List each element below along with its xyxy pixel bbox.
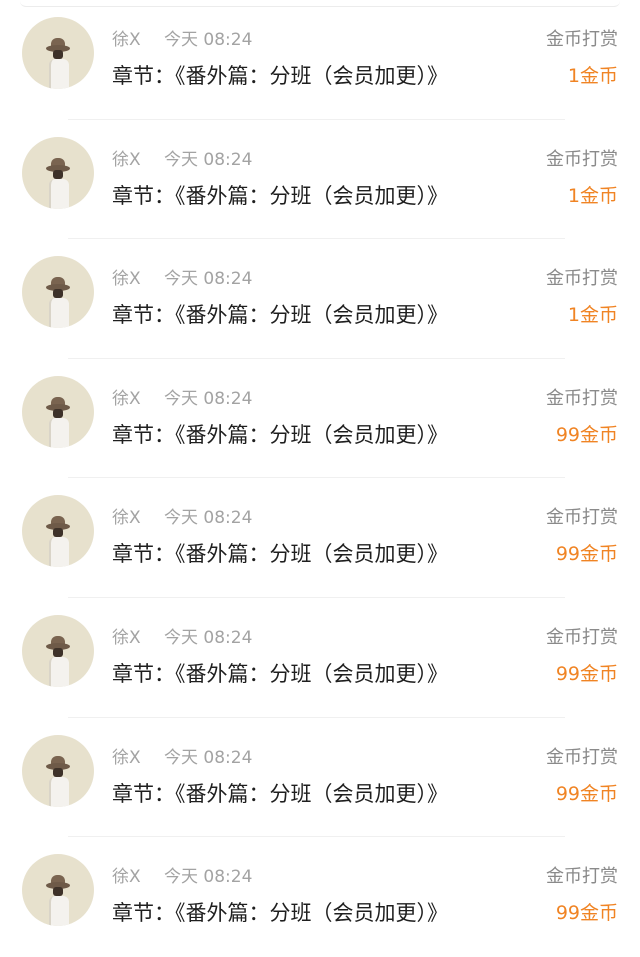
list-item[interactable]: 徐X 今天 08:24 金币打赏 章节：《番外篇：分班（会员加更）》 99金币	[0, 598, 640, 718]
reward-type: 金币打赏	[546, 29, 618, 50]
avatar[interactable]	[22, 375, 94, 448]
reward-amount: 99金币	[555, 423, 618, 446]
avatar-face-shape	[53, 528, 63, 538]
timestamp: 今天 08:24	[164, 388, 253, 409]
chapter-title: 章节：《番外篇：分班（会员加更）》	[112, 661, 448, 686]
user-name[interactable]: 徐X	[112, 503, 141, 528]
reward-amount: 1金币	[567, 184, 618, 207]
list-item[interactable]: 徐X 今天 08:24 金币打赏 章节：《番外篇：分班（会员加更）》 1金币	[0, 120, 640, 240]
avatar-face-shape	[53, 408, 63, 418]
reward-type: 金币打赏	[546, 387, 618, 409]
reward-amount: 99金币	[555, 543, 618, 566]
timestamp: 今天 08:24	[164, 149, 253, 170]
avatar-body-shape	[49, 417, 69, 448]
avatar-body-shape	[49, 59, 69, 89]
reward-type: 金币打赏	[546, 148, 618, 170]
user-name[interactable]: 徐X	[112, 623, 141, 648]
timestamp: 今天 08:24	[164, 30, 253, 50]
list-item[interactable]: 徐X 今天 08:24 金币打赏 章节：《番外篇：分班（会员加更）》 99金币	[0, 478, 640, 598]
avatar-body-shape	[49, 178, 69, 209]
user-name[interactable]: 徐X	[112, 743, 141, 768]
avatar[interactable]	[22, 256, 94, 329]
list-item[interactable]: 徐X 今天 08:24 金币打赏 章节：《番外篇：分班（会员加更）》 99金币	[0, 718, 640, 838]
avatar-face-shape	[53, 169, 63, 179]
avatar-face-shape	[53, 767, 63, 777]
timestamp: 今天 08:24	[164, 867, 253, 888]
avatar-body-shape	[49, 298, 69, 329]
timestamp: 今天 08:24	[164, 627, 253, 648]
user-name[interactable]: 徐X	[112, 862, 141, 887]
chapter-title: 章节：《番外篇：分班（会员加更）》	[112, 303, 448, 328]
timestamp: 今天 08:24	[164, 508, 253, 529]
avatar[interactable]	[22, 17, 94, 89]
avatar-face-shape	[53, 289, 63, 299]
reward-type: 金币打赏	[546, 507, 618, 529]
reward-amount: 99金币	[555, 782, 618, 805]
chapter-title: 章节：《番外篇：分班（会员加更）》	[112, 542, 448, 567]
avatar-body-shape	[49, 896, 69, 927]
user-name[interactable]: 徐X	[112, 384, 141, 409]
timestamp: 今天 08:24	[164, 269, 253, 290]
user-name[interactable]: 徐X	[112, 25, 141, 50]
avatar-face-shape	[53, 647, 63, 657]
avatar[interactable]	[22, 614, 94, 687]
reward-type: 金币打赏	[546, 746, 618, 768]
avatar-body-shape	[49, 656, 69, 687]
avatar[interactable]	[22, 734, 94, 807]
chapter-title: 章节：《番外篇：分班（会员加更）》	[112, 183, 448, 208]
list-item[interactable]: 徐X 今天 08:24 金币打赏 章节：《番外篇：分班（会员加更）》 99金币	[0, 359, 640, 479]
chapter-title: 章节：《番外篇：分班（会员加更）》	[112, 781, 448, 806]
user-name[interactable]: 徐X	[112, 145, 141, 170]
avatar-body-shape	[49, 776, 69, 807]
reward-type: 金币打赏	[546, 268, 618, 290]
reward-type: 金币打赏	[546, 866, 618, 888]
avatar-face-shape	[53, 50, 63, 59]
list-item[interactable]: 徐X 今天 08:24 金币打赏 章节：《番外篇：分班（会员加更）》 1金币	[0, 239, 640, 359]
reward-amount: 99金币	[555, 662, 618, 685]
avatar-face-shape	[53, 887, 63, 897]
timestamp: 今天 08:24	[164, 747, 253, 768]
chapter-title: 章节：《番外篇：分班（会员加更）》	[112, 901, 448, 926]
chapter-title: 章节：《番外篇：分班（会员加更）》	[112, 64, 448, 88]
reward-type: 金币打赏	[546, 626, 618, 648]
reward-record-list: 徐X 今天 08:24 金币打赏 章节：《番外篇：分班（会员加更）》 1金币 徐…	[0, 0, 640, 957]
reward-amount: 1金币	[567, 65, 618, 87]
list-item[interactable]: 徐X 今天 08:24 金币打赏 章节：《番外篇：分班（会员加更）》 1金币	[0, 0, 640, 120]
avatar[interactable]	[22, 854, 94, 927]
avatar-body-shape	[49, 537, 69, 568]
avatar[interactable]	[22, 495, 94, 568]
reward-amount: 99金币	[555, 902, 618, 925]
avatar[interactable]	[22, 136, 94, 209]
list-item[interactable]: 徐X 今天 08:24 金币打赏 章节：《番外篇：分班（会员加更）》 99金币	[0, 837, 640, 957]
chapter-title: 章节：《番外篇：分班（会员加更）》	[112, 422, 448, 447]
reward-amount: 1金币	[567, 304, 618, 327]
user-name[interactable]: 徐X	[112, 264, 141, 289]
